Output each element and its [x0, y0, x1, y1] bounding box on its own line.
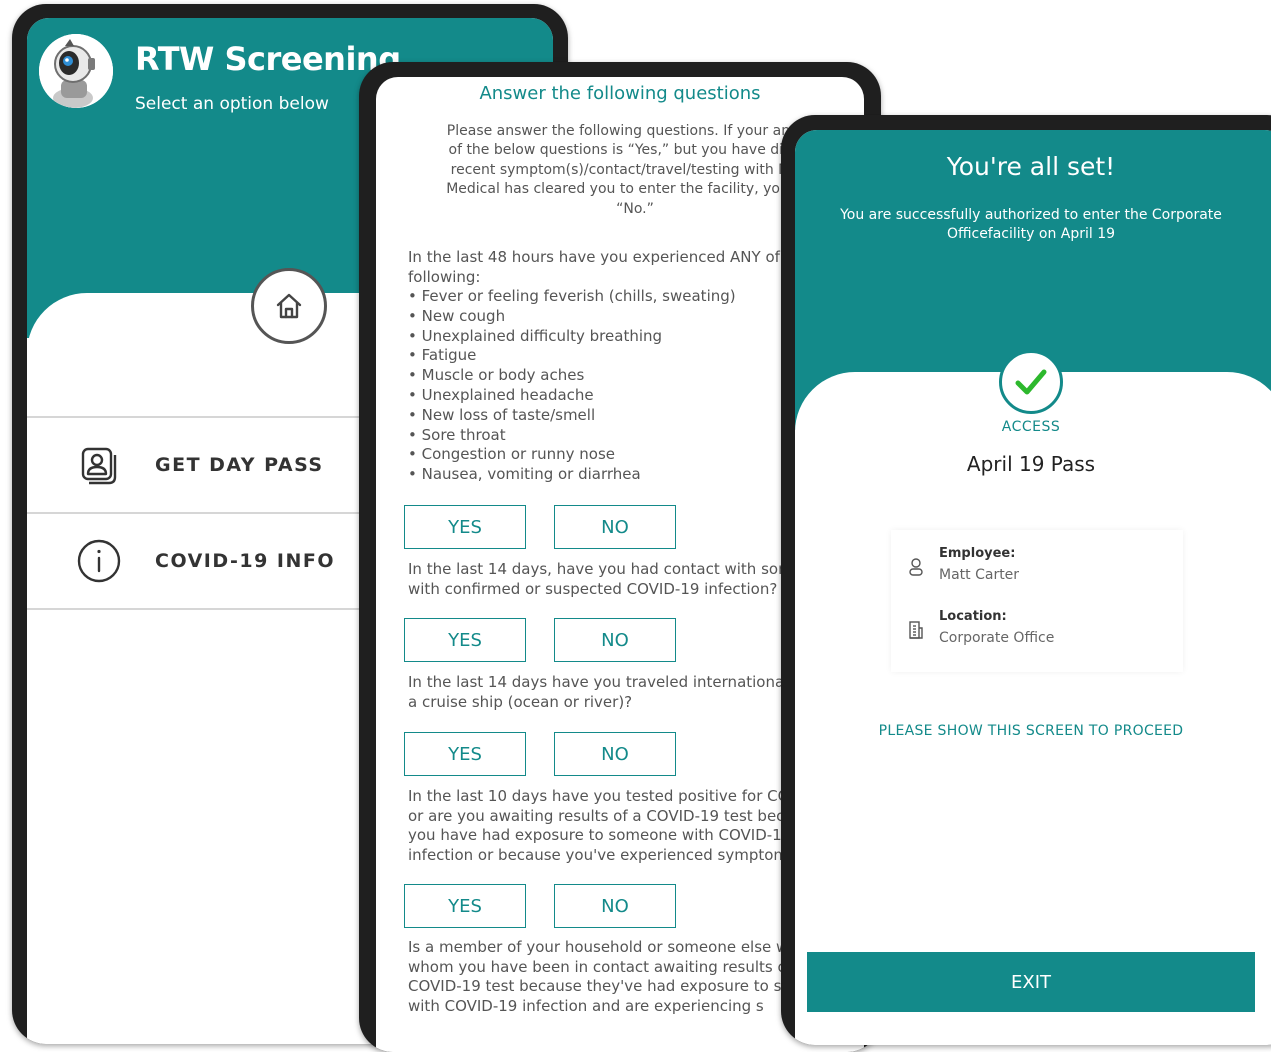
robot-avatar-icon	[39, 34, 113, 108]
question-2-yes-button[interactable]: YES	[404, 618, 526, 662]
question-1-text: In the last 48 hours have you experience…	[408, 248, 791, 286]
home-button[interactable]	[251, 268, 327, 344]
list-item: Fatigue	[408, 346, 736, 366]
list-item: Nausea, vomiting or diarrhea	[408, 465, 736, 485]
question-4-no-button[interactable]: NO	[554, 884, 676, 928]
list-item: New cough	[408, 307, 736, 327]
list-item: Fever or feeling feverish (chills, sweat…	[408, 287, 736, 307]
list-item: Unexplained difficulty breathing	[408, 327, 736, 347]
pass-details-card: Employee: Matt Carter Location: Corporat…	[891, 530, 1183, 672]
questions-header: Answer the following questions	[479, 83, 761, 104]
question-4-text: In the last 10 days have you tested posi…	[408, 787, 790, 865]
question-3-yes-button[interactable]: YES	[404, 732, 526, 776]
authorization-message: You are successfully authorized to enter…	[840, 207, 1222, 242]
id-badge-icon	[75, 441, 123, 489]
access-status: ACCESS	[1001, 419, 1061, 435]
question-2-text: In the last 14 days, have you had contac…	[408, 560, 793, 598]
location-label: Location:	[939, 609, 1007, 624]
pass-screen: You're all set! You are successfully aut…	[795, 130, 1271, 1045]
app-subtitle: Select an option below	[135, 94, 329, 114]
exit-button[interactable]: EXIT	[807, 952, 1255, 1012]
employee-label: Employee:	[939, 546, 1016, 561]
question-5-text: Is a member of your household or someone…	[408, 938, 791, 1016]
question-1-yes-button[interactable]: YES	[404, 505, 526, 549]
covid-info-label: COVID-19 INFO	[155, 550, 336, 572]
proceed-instruction: PLEASE SHOW THIS SCREEN TO PROCEED	[878, 723, 1184, 739]
question-3-no-button[interactable]: NO	[554, 732, 676, 776]
employee-name: Matt Carter	[939, 567, 1020, 583]
person-icon	[905, 556, 927, 578]
checkmark-icon	[999, 350, 1063, 414]
list-item: Sore throat	[408, 426, 736, 446]
app-title: RTW Screening	[135, 40, 401, 78]
list-item: New loss of taste/smell	[408, 406, 736, 426]
list-item: Muscle or body aches	[408, 366, 736, 386]
pass-title: April 19 Pass	[966, 452, 1096, 476]
question-1-no-button[interactable]: NO	[554, 505, 676, 549]
location-name: Corporate Office	[939, 630, 1055, 646]
info-icon	[75, 537, 123, 585]
pass-phone: You're all set! You are successfully aut…	[781, 115, 1271, 1045]
symptom-list: Fever or feeling feverish (chills, sweat…	[408, 287, 736, 485]
question-2-no-button[interactable]: NO	[554, 618, 676, 662]
question-3-text: In the last 14 days have you traveled in…	[408, 673, 793, 711]
building-icon	[905, 619, 927, 641]
all-set-heading: You're all set!	[946, 152, 1116, 181]
list-item: Unexplained headache	[408, 386, 736, 406]
get-day-pass-label: GET DAY PASS	[155, 454, 324, 476]
question-4-yes-button[interactable]: YES	[404, 884, 526, 928]
list-item: Congestion or runny nose	[408, 445, 736, 465]
home-icon	[276, 293, 302, 319]
